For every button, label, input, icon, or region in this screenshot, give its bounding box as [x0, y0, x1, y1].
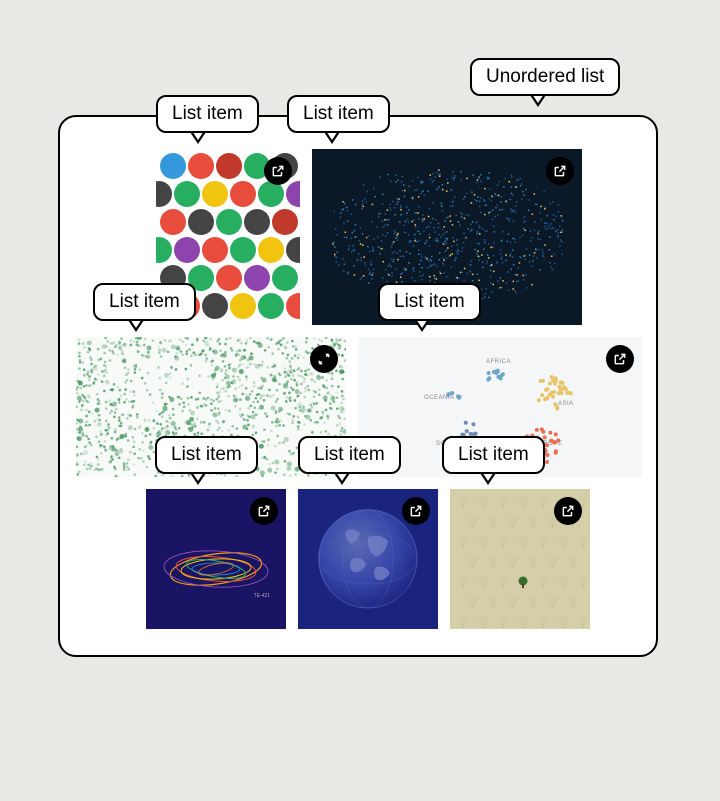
label-list-item-3: List item — [93, 283, 196, 321]
label-list-item-6: List item — [298, 436, 401, 474]
label-tail — [414, 320, 430, 332]
external-link-icon[interactable] — [250, 497, 278, 525]
label-tail — [190, 473, 206, 485]
list-item-tile-6[interactable] — [298, 489, 438, 629]
thumbnail-globe — [318, 509, 418, 609]
external-link-icon[interactable] — [402, 497, 430, 525]
swirl-caption: TE-421 — [254, 593, 270, 599]
label-list-item-5: List item — [155, 436, 258, 474]
external-link-icon[interactable] — [606, 345, 634, 373]
label-unordered-list: Unordered list — [470, 58, 620, 96]
label-tail — [530, 95, 546, 107]
expand-icon[interactable] — [310, 345, 338, 373]
label-tail — [480, 473, 496, 485]
label-tail — [324, 132, 340, 144]
external-link-icon[interactable] — [264, 157, 292, 185]
label-list-item-1: List item — [156, 95, 259, 133]
label-tail — [190, 132, 206, 144]
label-tail — [128, 320, 144, 332]
label-tail — [334, 473, 350, 485]
external-link-icon[interactable] — [554, 497, 582, 525]
external-link-icon[interactable] — [546, 157, 574, 185]
grid: AFRICA OCEANIA ASIA SOUTH AMERICA EUROPE — [76, 139, 640, 633]
list-item-tile-7[interactable] — [450, 489, 590, 629]
label-list-item-7: List item — [442, 436, 545, 474]
label-list-item-2: List item — [287, 95, 390, 133]
list-item-tile-5[interactable]: TE-421 — [146, 489, 286, 629]
unordered-list-container: AFRICA OCEANIA ASIA SOUTH AMERICA EUROPE — [58, 115, 658, 657]
label-list-item-4: List item — [378, 283, 481, 321]
label-text: Unordered list — [486, 66, 604, 87]
